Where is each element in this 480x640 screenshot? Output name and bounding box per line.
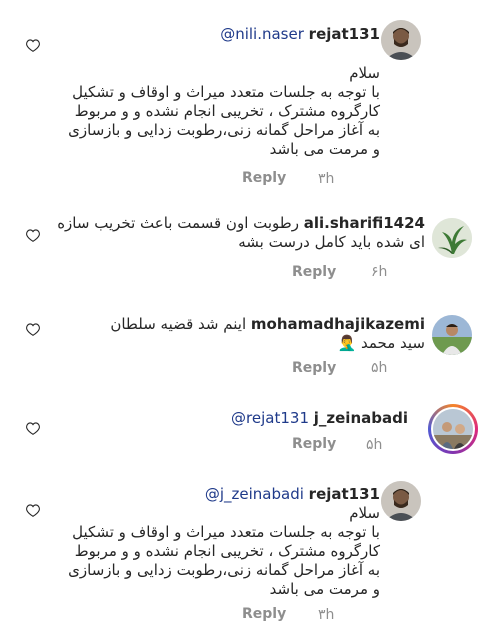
comment-text: j_zeinabadi @rejat131 [231, 409, 408, 428]
heart-outline-icon[interactable] [26, 229, 40, 242]
comment-line: و مرمت می باشد [269, 140, 380, 158]
comment-time: ۶h [371, 264, 388, 280]
comment-mention[interactable]: @rejat131 [231, 409, 309, 427]
heart-outline-icon[interactable] [26, 504, 40, 517]
comment-time: ۳h [318, 171, 335, 187]
comment-username[interactable]: j_zeinabadi [314, 409, 408, 427]
comment-line: با توجه به جلسات متعدد میراث و اوقاف و ت… [72, 83, 380, 101]
comment-line-text: رطوبت اون قسمت باعث تخریب سازه [57, 214, 299, 232]
comment-username[interactable]: mohamadhajikazemi [251, 315, 425, 333]
comment-line: به آغاز مراحل گمانه زنی،رطوبت زدایی و با… [68, 121, 380, 139]
heart-outline-icon[interactable] [26, 323, 40, 336]
comment-header: rejat131 @nili.naser [68, 25, 380, 44]
comment-line: ای شده باید کامل درست بشه [238, 233, 425, 251]
comment-time: ۵h [371, 360, 388, 376]
comment-mention[interactable]: @nili.naser [220, 25, 304, 43]
comment-time: ۵h [366, 437, 383, 453]
comment-text: rejat131 @nili.naser سلام با توجه به جلس… [68, 25, 380, 159]
comment-username[interactable]: rejat131 [309, 485, 380, 503]
comment-line: mohamadhajikazemi اینم شد قضیه سلطان [110, 315, 425, 334]
comment-line: کارگروه مشترک ، تخریبی انجام نشده و و مر… [74, 102, 380, 120]
comment-line: سید محمد 🤦‍♂️ [337, 334, 425, 352]
reply-button[interactable]: Reply [292, 436, 336, 452]
comment-mention[interactable]: @j_zeinabadi [205, 485, 304, 503]
comment-username[interactable]: ali.sharifi1424 [304, 214, 425, 232]
story-ring[interactable] [428, 404, 478, 454]
reply-button[interactable]: Reply [292, 264, 336, 280]
heart-outline-icon[interactable] [26, 422, 40, 435]
avatar[interactable] [432, 218, 472, 258]
comment-time: ۳h [318, 607, 335, 623]
comment-line: با توجه به جلسات متعدد میراث و اوقاف و ت… [72, 523, 380, 541]
comment-username[interactable]: rejat131 [309, 25, 380, 43]
comment-text: mohamadhajikazemi اینم شد قضیه سلطان سید… [110, 315, 425, 353]
comment-line: ali.sharifi1424 رطوبت اون قسمت باعث تخری… [57, 214, 425, 233]
comment-line: کارگروه مشترک ، تخریبی انجام نشده و و مر… [74, 542, 380, 560]
avatar[interactable] [381, 20, 421, 60]
comment-header: j_zeinabadi @rejat131 [231, 409, 408, 428]
reply-button[interactable]: Reply [242, 606, 286, 622]
comment-text: ali.sharifi1424 رطوبت اون قسمت باعث تخری… [57, 214, 425, 252]
comment-text: rejat131 @j_zeinabadi سلام با توجه به جل… [68, 485, 380, 599]
reply-button[interactable]: Reply [292, 360, 336, 376]
comment-line: و مرمت می باشد [269, 580, 380, 598]
heart-outline-icon[interactable] [26, 39, 40, 52]
reply-button[interactable]: Reply [242, 170, 286, 186]
comment-line: سلام [349, 64, 380, 82]
comment-header: rejat131 @j_zeinabadi [68, 485, 380, 504]
avatar[interactable] [432, 315, 472, 355]
avatar[interactable] [381, 481, 421, 521]
comment-line: سلام [349, 504, 380, 522]
avatar[interactable] [433, 409, 473, 449]
comment-line: به آغاز مراحل گمانه زنی،رطوبت زدایی و با… [68, 561, 380, 579]
comment-line-text: اینم شد قضیه سلطان [110, 315, 247, 333]
